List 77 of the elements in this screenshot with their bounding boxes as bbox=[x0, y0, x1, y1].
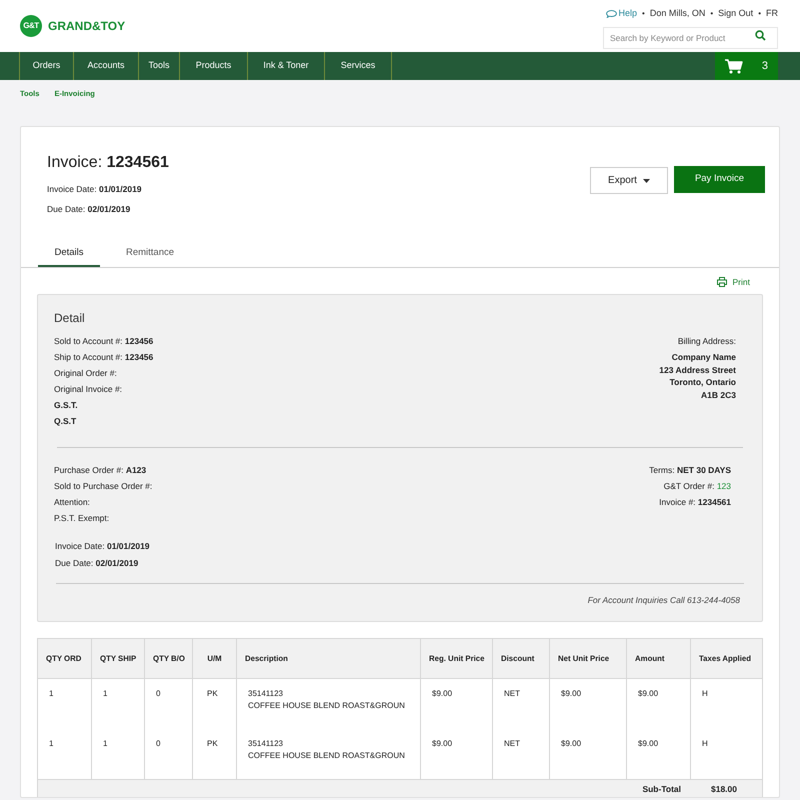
account-inquiries-note: For Account Inquiries Call 613-244-4058 bbox=[588, 594, 740, 607]
table-cell: $9.00 bbox=[638, 689, 658, 698]
subtotal-label: Sub-Total bbox=[642, 783, 681, 796]
print-link[interactable]: Print bbox=[716, 276, 750, 288]
table-cell: PK bbox=[207, 739, 218, 748]
detail-field: Ship to Account #: 123456 bbox=[54, 349, 154, 366]
table-cell: $9.00 bbox=[561, 739, 582, 748]
table-cell: PK bbox=[207, 689, 218, 698]
logo-mark[interactable]: G&T bbox=[20, 15, 42, 37]
table-cell: 1 bbox=[103, 739, 108, 748]
billing-address-line: A1B 2C3 bbox=[701, 388, 736, 402]
billing-label: Billing Address: bbox=[678, 335, 736, 348]
nav-item[interactable]: Products bbox=[180, 52, 248, 80]
cart-icon bbox=[725, 58, 743, 74]
table-cell: $9.00 bbox=[638, 739, 658, 748]
detail-field: G&T Order #: 123 bbox=[664, 478, 731, 494]
table-cell-text: COFFEE HOUSE BLEND ROAST&GROUN bbox=[248, 700, 406, 712]
table-cell: H bbox=[702, 689, 708, 698]
billing-address-line: Company Name bbox=[672, 351, 736, 364]
detail-field: Sold to Purchase Order #: bbox=[54, 478, 152, 494]
table-cell: 0 bbox=[156, 739, 160, 748]
table-cell: H bbox=[702, 739, 708, 748]
detail-field: Purchase Order #: A123 bbox=[54, 462, 152, 478]
table-cell: 1 bbox=[49, 689, 54, 698]
table-cell: 1 bbox=[103, 689, 108, 698]
caret-icon bbox=[642, 178, 650, 182]
detail-field: Terms: NET 30 DAYS bbox=[649, 462, 731, 478]
table-cell: 0 bbox=[156, 689, 160, 698]
billing-address-line: 123 Address Street bbox=[659, 364, 736, 376]
table-cell: NET bbox=[504, 739, 520, 748]
cart-button[interactable]: 3 bbox=[715, 52, 778, 80]
separator-dot: • bbox=[758, 8, 761, 20]
nav-item[interactable]: Services bbox=[325, 52, 392, 80]
detail-title: Detail bbox=[54, 310, 86, 328]
separator-dot: • bbox=[642, 8, 645, 20]
invoice-title: Invoice: 1234561 bbox=[47, 153, 169, 173]
chat-bubble-icon bbox=[606, 10, 616, 18]
detail-field: Sold to Account #: 123456 bbox=[54, 333, 154, 350]
order-number-link[interactable]: 123 bbox=[716, 481, 731, 492]
tab[interactable]: Remittance bbox=[100, 242, 200, 266]
table-cell-text: 35141123 bbox=[248, 738, 284, 750]
table-cell-text: COFFEE HOUSE BLEND ROAST&GROUN bbox=[248, 750, 406, 762]
table-cell: $9.00 bbox=[432, 689, 452, 698]
nav-item[interactable]: Ink & Toner bbox=[248, 52, 325, 80]
nav-item[interactable]: Orders bbox=[20, 52, 74, 80]
detail-field: P.S.T. Exempt: bbox=[54, 510, 152, 526]
billing-address-line: Toronto, Ontario bbox=[670, 376, 736, 389]
invoice-meta: Due Date: 02/01/2019 bbox=[47, 202, 132, 216]
detail-field: Original Order #: bbox=[54, 365, 154, 382]
export-button[interactable]: Export bbox=[590, 167, 668, 194]
detail-field: Attention: bbox=[54, 494, 152, 510]
logo-text[interactable]: GRAND&TOY bbox=[48, 17, 126, 35]
table-cell: 1 bbox=[49, 739, 54, 748]
tab[interactable]: Details bbox=[38, 242, 100, 266]
help-link[interactable]: Help bbox=[606, 7, 638, 21]
table-cell-text: 35141123 bbox=[248, 688, 284, 700]
detail-field: Original Invoice #: bbox=[54, 381, 154, 398]
nav-item[interactable]: Accounts bbox=[74, 52, 139, 80]
detail-field: G.S.T. bbox=[54, 397, 154, 414]
nav-item[interactable]: Tools bbox=[139, 52, 180, 80]
header-link[interactable]: Don Mills, ON bbox=[650, 7, 706, 21]
detail-field: Q.S.T bbox=[54, 413, 154, 430]
search-icon[interactable] bbox=[755, 30, 766, 41]
invoice-meta: Invoice Date: 01/01/2019 bbox=[47, 183, 143, 196]
separator-dot: • bbox=[710, 8, 714, 20]
subtotal-value: $18.00 bbox=[711, 783, 737, 796]
printer-icon bbox=[716, 276, 727, 287]
detail-field: Invoice Date: 01/01/2019 bbox=[55, 538, 746, 554]
header-link[interactable]: FR bbox=[766, 7, 778, 21]
pay-invoice-button[interactable]: Pay Invoice bbox=[674, 166, 765, 193]
table-cell: $9.00 bbox=[561, 689, 582, 698]
header-link[interactable]: Sign Out bbox=[718, 7, 754, 21]
table-cell: NET bbox=[504, 689, 520, 698]
detail-field: Due Date: 02/01/2019 bbox=[55, 555, 746, 572]
detail-field: Invoice #: 1234561 bbox=[659, 494, 731, 510]
search-field[interactable]: Search by Keyword or Product bbox=[603, 26, 778, 49]
table-cell: $9.00 bbox=[432, 739, 452, 748]
